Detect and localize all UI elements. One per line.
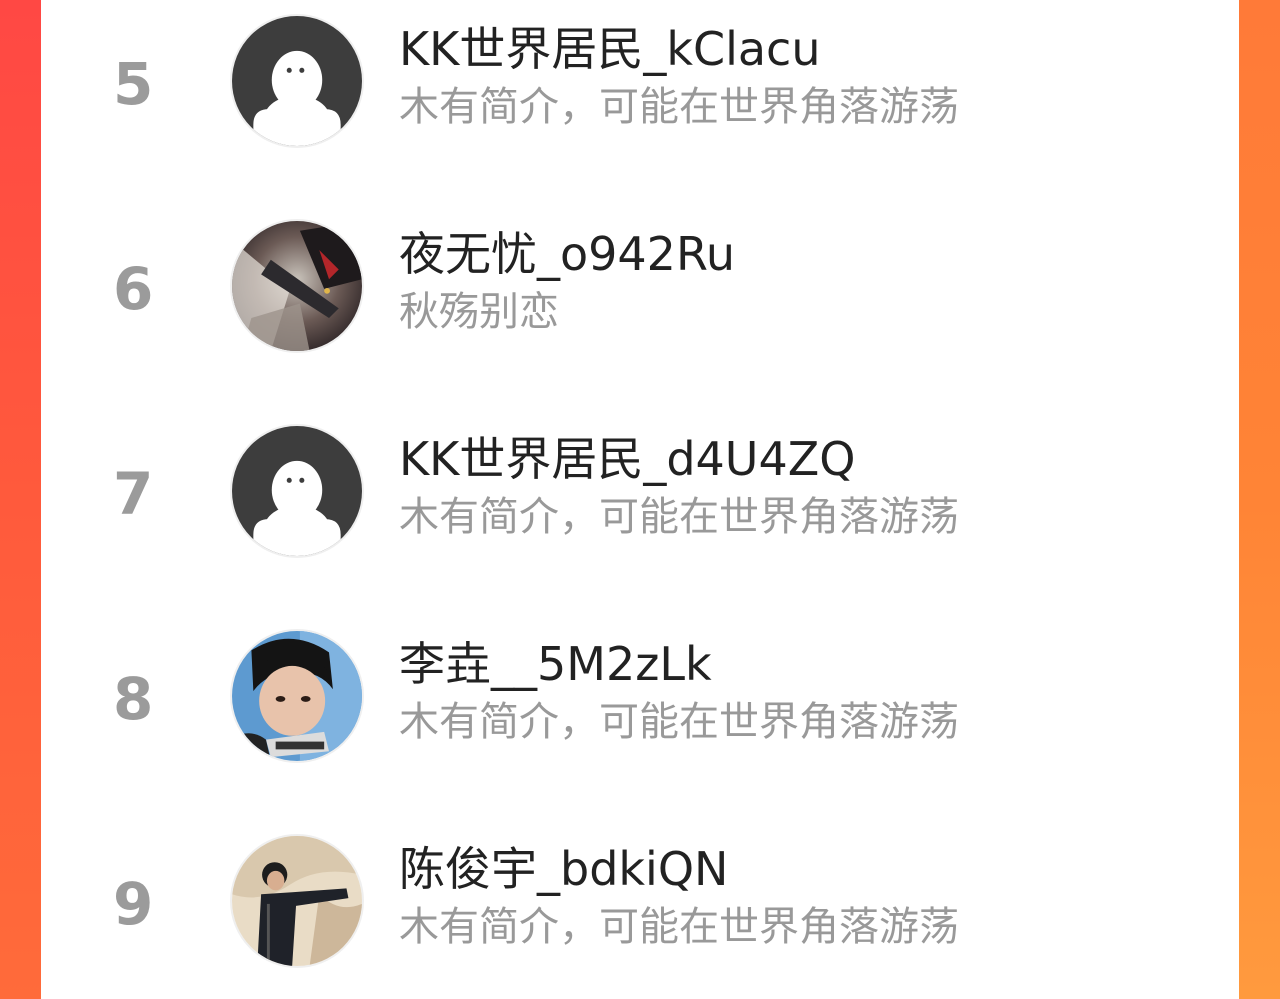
user-bio: 木有简介，可能在世界角落游荡 <box>399 699 959 745</box>
list-item[interactable]: 7 KK世界居民_d4U4ZQ 木有简介，可能在世界角落游荡 <box>41 410 1239 570</box>
user-name[interactable]: 陈俊宇_bdkiQN <box>399 846 728 892</box>
right-background-strip <box>1239 0 1280 999</box>
rank-number: 5 <box>113 50 154 118</box>
user-name[interactable]: KK世界居民_kClacu <box>399 26 821 72</box>
list-item[interactable]: 5 KK世界居民_kClacu 木有简介，可能在世界角落游荡 <box>41 0 1239 160</box>
ranking-list: 5 KK世界居民_kClacu 木有简介，可能在世界角落游荡 6 夜无忧_o94… <box>41 0 1239 999</box>
user-name[interactable]: 夜无忧_o942Ru <box>399 231 735 277</box>
user-bio: 木有简介，可能在世界角落游荡 <box>399 904 959 950</box>
rank-number: 8 <box>113 665 154 733</box>
photo-avatar[interactable] <box>230 834 364 968</box>
user-bio: 秋殇别恋 <box>399 289 559 335</box>
list-item[interactable]: 8 李垚__5M2zLk 木有简介，可能在世界角落游荡 <box>41 615 1239 775</box>
rank-number: 9 <box>113 870 154 938</box>
rank-number: 6 <box>113 255 154 323</box>
user-bio: 木有简介，可能在世界角落游荡 <box>399 84 959 130</box>
default-avatar-icon[interactable] <box>230 14 364 148</box>
user-name[interactable]: KK世界居民_d4U4ZQ <box>399 436 855 482</box>
list-item[interactable]: 9 陈俊宇_bdkiQN 木有简介，可能在世界角落游荡 <box>41 820 1239 980</box>
photo-avatar[interactable] <box>230 629 364 763</box>
anime-artwork-avatar[interactable] <box>230 219 364 353</box>
list-item[interactable]: 6 夜无忧_o942Ru 秋殇别恋 <box>41 205 1239 365</box>
rank-number: 7 <box>113 460 154 528</box>
default-avatar-icon[interactable] <box>230 424 364 558</box>
user-name[interactable]: 李垚__5M2zLk <box>399 641 712 687</box>
left-background-strip <box>0 0 41 999</box>
user-bio: 木有简介，可能在世界角落游荡 <box>399 494 959 540</box>
